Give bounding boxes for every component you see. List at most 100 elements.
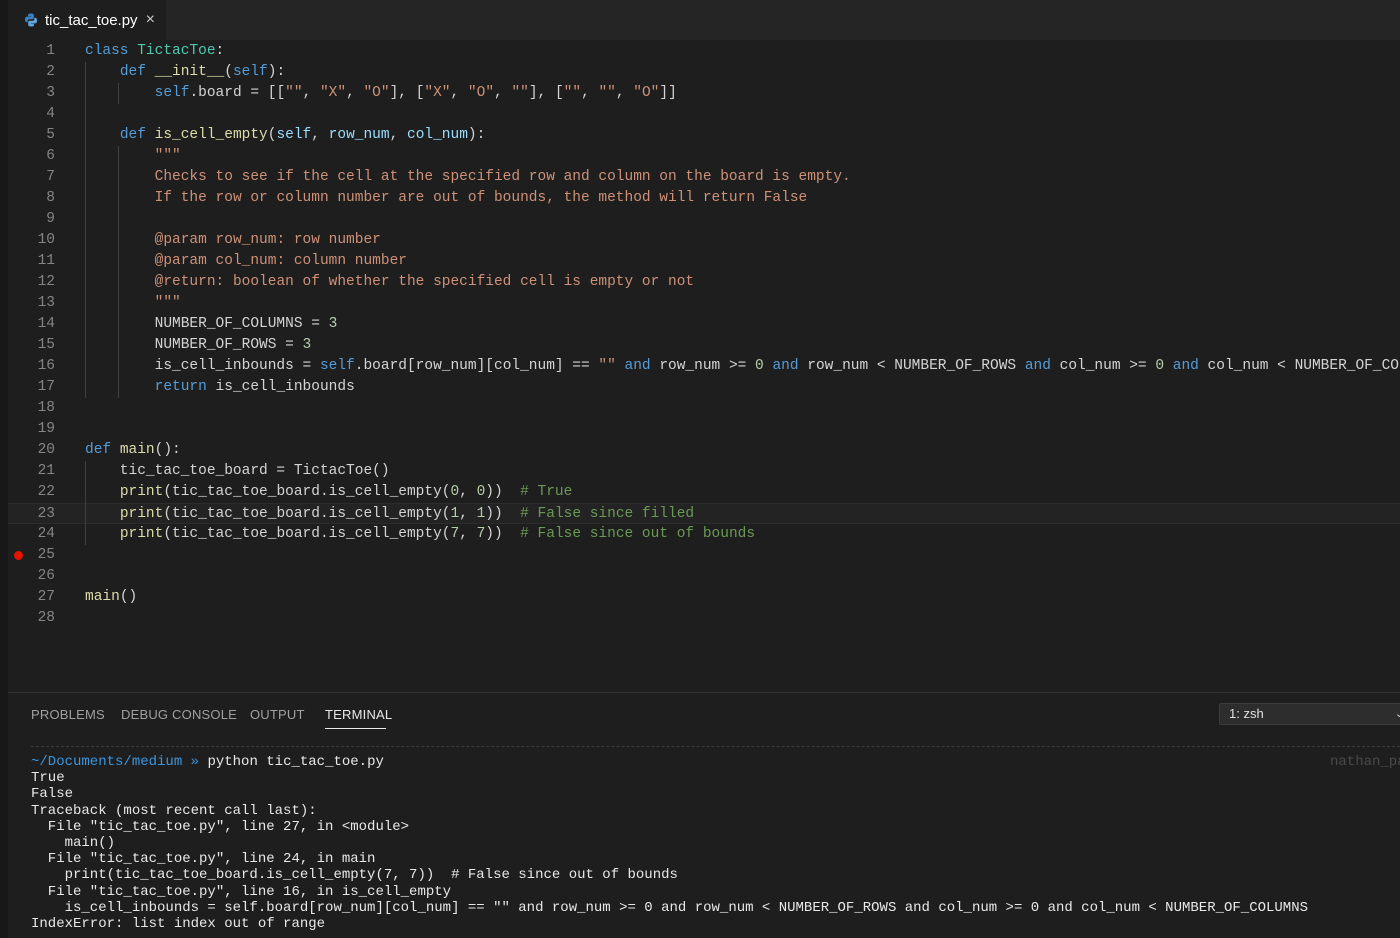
line-number: 7 xyxy=(46,168,55,185)
code-line[interactable]: 12 @return: boolean of whether the speci… xyxy=(8,272,1400,293)
close-icon[interactable]: × xyxy=(146,12,155,28)
code-line[interactable]: 22 print(tic_tac_toe_board.is_cell_empty… xyxy=(8,482,1400,503)
code-text: If the row or column number are out of b… xyxy=(154,189,808,206)
code-line[interactable]: 15 NUMBER_OF_ROWS = 3 xyxy=(8,335,1400,356)
code-line[interactable]: 9 xyxy=(8,209,1400,230)
tab-label: tic_tac_toe.py xyxy=(45,11,138,29)
line-number: 5 xyxy=(46,126,55,143)
code-line[interactable]: 5 def is_cell_empty(self, row_num, col_n… xyxy=(8,125,1400,146)
indent-guide xyxy=(118,145,120,398)
code-line[interactable]: 13 """ xyxy=(8,293,1400,314)
code-text: print(tic_tac_toe_board.is_cell_empty(7,… xyxy=(119,525,756,542)
python-icon xyxy=(23,12,39,28)
line-number: 24 xyxy=(37,525,55,542)
code-line[interactable]: 18 xyxy=(8,398,1400,419)
line-number: 18 xyxy=(37,399,55,416)
left-gutter-strip xyxy=(0,0,8,938)
code-text: @param col_num: column number xyxy=(154,252,407,269)
code-line[interactable]: 14 NUMBER_OF_COLUMNS = 3 xyxy=(8,314,1400,335)
line-number: 8 xyxy=(46,189,55,206)
line-number: 16 xyxy=(37,357,55,374)
terminal-line: False xyxy=(31,786,74,803)
code-editor[interactable]: 1 class TictacToe: 2 def __init__(self): 3 … xyxy=(8,40,1400,692)
code-text: def __init__(self): xyxy=(119,63,286,80)
line-number: 26 xyxy=(37,567,55,584)
code-line[interactable]: 7 Checks to see if the cell at the speci… xyxy=(8,167,1400,188)
line-number: 9 xyxy=(46,210,55,227)
code-line[interactable]: 25 xyxy=(8,545,1400,566)
terminal-line: Traceback (most recent call last): xyxy=(31,802,317,819)
terminal-output[interactable]: ~/Documents/medium » python tic_tac_toe.… xyxy=(31,754,1308,932)
code-line[interactable]: 2 def __init__(self): xyxy=(8,62,1400,83)
code-line[interactable]: 17 return is_cell_inbounds xyxy=(8,377,1400,398)
code-text: """ xyxy=(154,147,181,164)
tab-debug-console[interactable]: DEBUG CONSOLE xyxy=(121,707,237,722)
code-line[interactable]: 8 If the row or column number are out of… xyxy=(8,188,1400,209)
terminal-right-prompt: nathan_pa xyxy=(1330,754,1400,770)
code-line[interactable]: 4 xyxy=(8,104,1400,125)
line-number: 19 xyxy=(37,420,55,437)
line-number: 6 xyxy=(46,147,55,164)
breakpoint-icon[interactable] xyxy=(14,550,23,560)
line-number: 23 xyxy=(37,505,55,522)
code-line[interactable]: 3 self.board = [["", "X", "O"], ["X", "O… xyxy=(8,83,1400,104)
code-text: """ xyxy=(154,294,181,311)
code-text: self.board = [["", "X", "O"], ["X", "O",… xyxy=(154,84,677,101)
terminal-line: File "tic_tac_toe.py", line 27, in <modu… xyxy=(31,818,410,835)
code-line[interactable]: 26 xyxy=(8,566,1400,587)
prompt-arrow: » xyxy=(182,754,208,770)
tab-tic-tac-toe-py[interactable]: tic_tac_toe.py × xyxy=(8,0,166,40)
code-text: print(tic_tac_toe_board.is_cell_empty(1,… xyxy=(119,505,695,522)
code-line[interactable]: 16 is_cell_inbounds = self.board[row_num… xyxy=(8,356,1400,377)
code-text: is_cell_inbounds = self.board[row_num][c… xyxy=(85,357,1400,374)
line-number: 22 xyxy=(37,483,55,500)
code-line[interactable]: 1 class TictacToe: xyxy=(8,41,1400,62)
terminal-line: True xyxy=(31,770,65,787)
code-text: tic_tac_toe_board = TictacToe() xyxy=(85,462,390,479)
terminal-line: main() xyxy=(31,834,116,851)
code-line[interactable]: 19 xyxy=(8,419,1400,440)
code-text: return is_cell_inbounds xyxy=(154,378,355,395)
code-text: NUMBER_OF_COLUMNS = 3 xyxy=(85,315,338,332)
line-number: 13 xyxy=(37,294,55,311)
line-number: 28 xyxy=(37,609,55,626)
line-number: 17 xyxy=(37,378,55,395)
chevron-down-icon: ⌄ xyxy=(1394,708,1400,720)
line-number: 10 xyxy=(37,231,55,248)
line-number: 20 xyxy=(37,441,55,458)
code-text: def is_cell_empty(self, row_num, col_num… xyxy=(119,126,486,143)
shell-select-value: 1: zsh xyxy=(1229,706,1264,721)
code-text: main() xyxy=(85,588,138,605)
code-line[interactable]: 20 def main(): xyxy=(8,440,1400,461)
code-line[interactable]: 27 main() xyxy=(8,587,1400,608)
code-line[interactable]: 11 @param col_num: column number xyxy=(8,251,1400,272)
code-line[interactable]: 23 print(tic_tac_toe_board.is_cell_empty… xyxy=(8,502,1400,524)
code-line[interactable]: 6 """ xyxy=(8,146,1400,167)
code-line[interactable]: 10 @param row_num: row number xyxy=(8,230,1400,251)
line-number: 12 xyxy=(37,273,55,290)
terminal-shell-select[interactable]: 1: zsh ⌄ xyxy=(1219,703,1400,725)
code-text: def main(): xyxy=(85,441,181,458)
line-number: 4 xyxy=(46,105,55,122)
terminal-line: print(tic_tac_toe_board.is_cell_empty(7,… xyxy=(31,867,678,884)
terminal-line: IndexError: list index out of range xyxy=(31,915,326,932)
code-line[interactable]: 28 xyxy=(8,608,1400,629)
terminal-line: is_cell_inbounds = self.board[row_num][c… xyxy=(31,899,1309,916)
code-text: Checks to see if the cell at the specifi… xyxy=(154,168,851,185)
terminal-separator xyxy=(31,746,1400,747)
line-number: 3 xyxy=(46,84,55,101)
tab-problems[interactable]: PROBLEMS xyxy=(31,707,105,722)
indent-guide xyxy=(85,61,86,398)
prompt-path: ~/Documents/medium xyxy=(31,754,183,770)
indent-guide xyxy=(85,460,86,545)
bottom-panel: PROBLEMS DEBUG CONSOLE OUTPUT TERMINAL 1… xyxy=(8,693,1400,938)
code-line[interactable]: 24 print(tic_tac_toe_board.is_cell_empty… xyxy=(8,524,1400,545)
tab-terminal[interactable]: TERMINAL xyxy=(325,707,392,722)
terminal-line: File "tic_tac_toe.py", line 16, in is_ce… xyxy=(31,883,452,900)
line-number: 2 xyxy=(46,63,55,80)
line-number: 14 xyxy=(37,315,55,332)
active-tab-indicator xyxy=(325,728,386,729)
code-line[interactable]: 21 tic_tac_toe_board = TictacToe() xyxy=(8,461,1400,482)
tab-output[interactable]: OUTPUT xyxy=(250,707,305,722)
indent-guide xyxy=(118,82,120,104)
